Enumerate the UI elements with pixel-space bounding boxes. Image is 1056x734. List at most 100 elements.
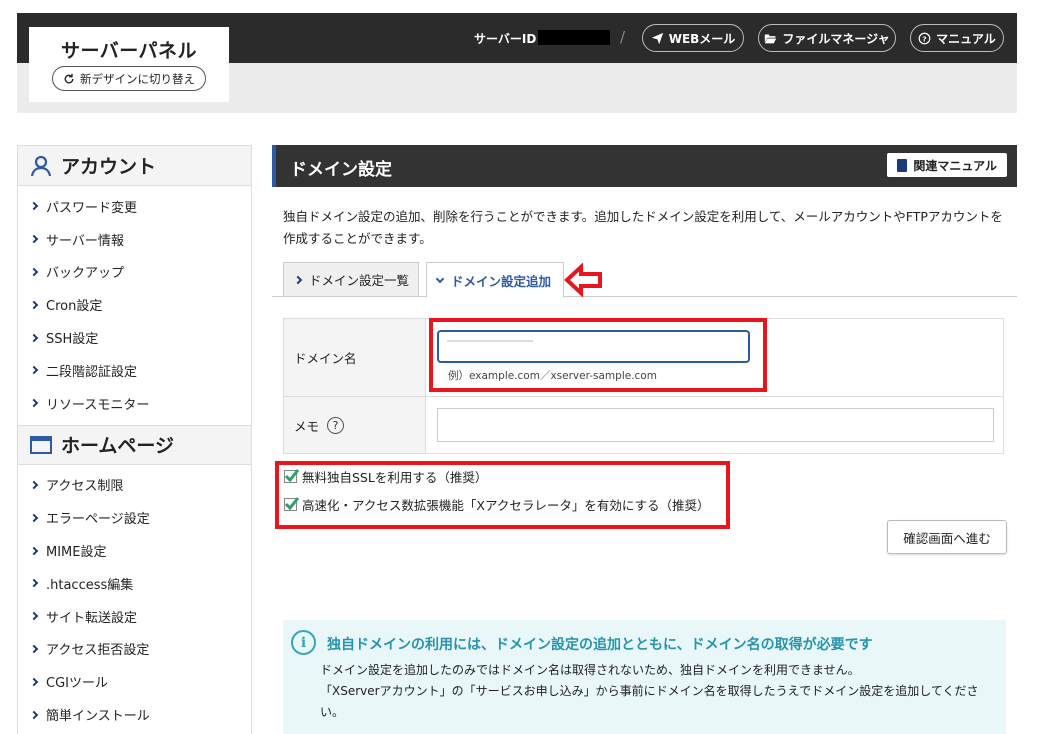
annotation-arrow-icon	[564, 263, 602, 297]
question-circle-icon: ?	[918, 32, 931, 44]
manual-header-label: マニュアル	[936, 31, 996, 46]
annotation-box-checkboxes	[275, 461, 730, 529]
chevron-right-icon	[29, 267, 39, 277]
refresh-icon	[64, 73, 74, 83]
sidebar-section-account: アカウント	[18, 146, 251, 186]
domain-name-label: ドメイン名	[284, 319, 426, 396]
chevron-right-icon	[29, 300, 39, 310]
server-id-label: サーバーID :	[474, 32, 546, 46]
server-id-redacted	[538, 30, 610, 45]
sidebar-item-2fa[interactable]: 二段階認証設定	[18, 354, 251, 387]
chevron-right-icon	[29, 202, 39, 211]
related-manual-label: 関連マニュアル	[913, 158, 997, 173]
manual-header-button[interactable]: ? マニュアル	[910, 24, 1004, 52]
sidebar-item-label: バックアップ	[46, 266, 125, 282]
chevron-right-icon	[29, 333, 39, 342]
annotation-box-domain	[429, 318, 767, 392]
sidebar-item-label: エラーページ設定	[46, 512, 150, 528]
sidebar-section-homepage: ホームページ	[18, 424, 251, 465]
sidebar-item-label: 二段階認証設定	[46, 364, 138, 380]
tab-label: ドメイン設定一覧	[309, 273, 410, 288]
sidebar-account-list: パスワード変更 サーバー情報 バックアップ Cron設定 SSH設定 二段階認証…	[18, 186, 251, 425]
chevron-right-icon	[29, 579, 39, 588]
memo-label: メモ ?	[284, 397, 426, 453]
chevron-right-icon	[29, 480, 39, 490]
info-title: 独自ドメインの利用には、ドメイン設定の追加とともに、ドメイン名の取得が必要です	[327, 637, 873, 653]
chevron-right-icon	[29, 710, 39, 719]
chevron-right-icon	[29, 644, 39, 654]
sidebar-item-label: アクセス制限	[46, 479, 124, 495]
browser-window-icon	[30, 435, 52, 454]
sidebar-item-site-redirect[interactable]: サイト転送設定	[18, 600, 251, 633]
sidebar-item-server-info[interactable]: サーバー情報	[18, 223, 251, 256]
chevron-right-icon	[29, 611, 39, 621]
sidebar-item-label: MIME設定	[46, 545, 107, 561]
confirm-button[interactable]: 確認画面へ進む	[887, 520, 1007, 554]
file-manager-label: ファイルマネージャ	[782, 31, 890, 46]
webmail-button[interactable]: WEBメール	[642, 24, 744, 52]
sidebar-item-mime[interactable]: MIME設定	[18, 534, 251, 567]
logo-title: サーバーパネル	[60, 40, 198, 62]
header-separator: /	[620, 28, 626, 46]
sidebar-section-title: ホームページ	[61, 435, 175, 458]
sidebar-item-cgi-tools[interactable]: CGIツール	[18, 665, 251, 698]
domain-name-label-text: ドメイン名	[294, 351, 357, 366]
tab-label: ドメイン設定追加	[451, 273, 552, 289]
sidebar-item-backup[interactable]: バックアップ	[18, 256, 251, 289]
sidebar-item-label: .htaccess編集	[46, 577, 134, 593]
info-line-2: 「XServerアカウント」の「サービスお申し込み」から事前にドメイン名を取得し…	[320, 684, 979, 719]
sidebar-item-label: リソースモニター	[46, 397, 150, 413]
svg-text:?: ?	[923, 34, 927, 43]
sidebar-item-easy-install[interactable]: 簡単インストール	[18, 698, 251, 731]
sidebar: アカウント パスワード変更 サーバー情報 バックアップ Cron設定 SSH設定…	[17, 145, 252, 734]
page-title-bar: ドメイン設定 関連マニュアル	[272, 145, 1017, 187]
sidebar-homepage-list: アクセス制限 エラーページ設定 MIME設定 .htaccess編集 サイト転送…	[18, 465, 251, 734]
sidebar-item-cron[interactable]: Cron設定	[18, 288, 251, 321]
tab-domain-add[interactable]: ドメイン設定追加	[426, 262, 564, 298]
sidebar-item-ssh[interactable]: SSH設定	[18, 321, 251, 354]
switch-design-label: 新デザインに切り替え	[80, 71, 195, 86]
sidebar-item-error-page[interactable]: エラーページ設定	[18, 501, 251, 534]
book-icon	[897, 158, 908, 172]
sidebar-item-label: パスワード変更	[46, 200, 138, 216]
memo-input[interactable]	[437, 408, 994, 442]
sidebar-item-label: アクセス拒否設定	[46, 643, 150, 659]
chevron-right-icon	[29, 677, 39, 686]
sidebar-item-label: 簡単インストール	[46, 709, 150, 725]
help-icon[interactable]: ?	[327, 416, 345, 434]
sidebar-item-label: サーバー情報	[46, 233, 124, 249]
page-title: ドメイン設定	[290, 160, 392, 180]
chevron-down-icon	[435, 274, 445, 283]
info-line-1: ドメイン設定を追加したのみではドメイン名は取得されないため、独自ドメインを利用で…	[320, 663, 860, 677]
sidebar-section-title: アカウント	[61, 156, 157, 178]
info-body: ドメイン設定を追加したのみではドメイン名は取得されないため、独自ドメインを利用で…	[320, 660, 990, 723]
chevron-right-icon	[29, 234, 39, 244]
chevron-right-icon	[29, 546, 39, 555]
sidebar-item-label: CGIツール	[46, 676, 108, 692]
sidebar-item-label: Cron設定	[46, 299, 103, 315]
page-description: 独自ドメイン設定の追加、削除を行うことができます。追加したドメイン設定を利用して…	[283, 209, 1003, 246]
switch-design-button[interactable]: 新デザインに切り替え	[52, 66, 206, 91]
chevron-right-icon	[29, 366, 39, 375]
user-icon	[30, 155, 52, 176]
sidebar-item-password[interactable]: パスワード変更	[18, 190, 251, 223]
sidebar-item-access-restriction[interactable]: アクセス制限	[18, 469, 251, 502]
related-manual-button[interactable]: 関連マニュアル	[887, 153, 1007, 177]
memo-label-text: メモ	[294, 418, 320, 434]
info-notice: i 独自ドメインの利用には、ドメイン設定の追加とともに、ドメイン名の取得が必要で…	[283, 620, 1006, 734]
tab-domain-list[interactable]: ドメイン設定一覧	[283, 262, 419, 297]
sidebar-item-htaccess[interactable]: .htaccess編集	[18, 567, 251, 600]
webmail-label: WEBメール	[668, 31, 736, 46]
sidebar-item-label: サイト転送設定	[46, 610, 138, 626]
sidebar-item-label: SSH設定	[46, 332, 99, 348]
sidebar-item-access-deny[interactable]: アクセス拒否設定	[18, 633, 251, 666]
chevron-right-icon	[29, 513, 39, 523]
logo-panel: サーバーパネル 新デザインに切り替え	[29, 27, 229, 102]
paper-plane-icon	[651, 32, 663, 44]
file-manager-button[interactable]: ファイルマネージャ	[758, 24, 896, 52]
sidebar-item-resource-monitor[interactable]: リソースモニター	[18, 387, 251, 420]
info-icon: i	[291, 630, 316, 655]
chevron-right-icon	[29, 398, 39, 408]
chevron-right-icon	[293, 275, 303, 284]
folder-open-icon	[765, 33, 777, 43]
